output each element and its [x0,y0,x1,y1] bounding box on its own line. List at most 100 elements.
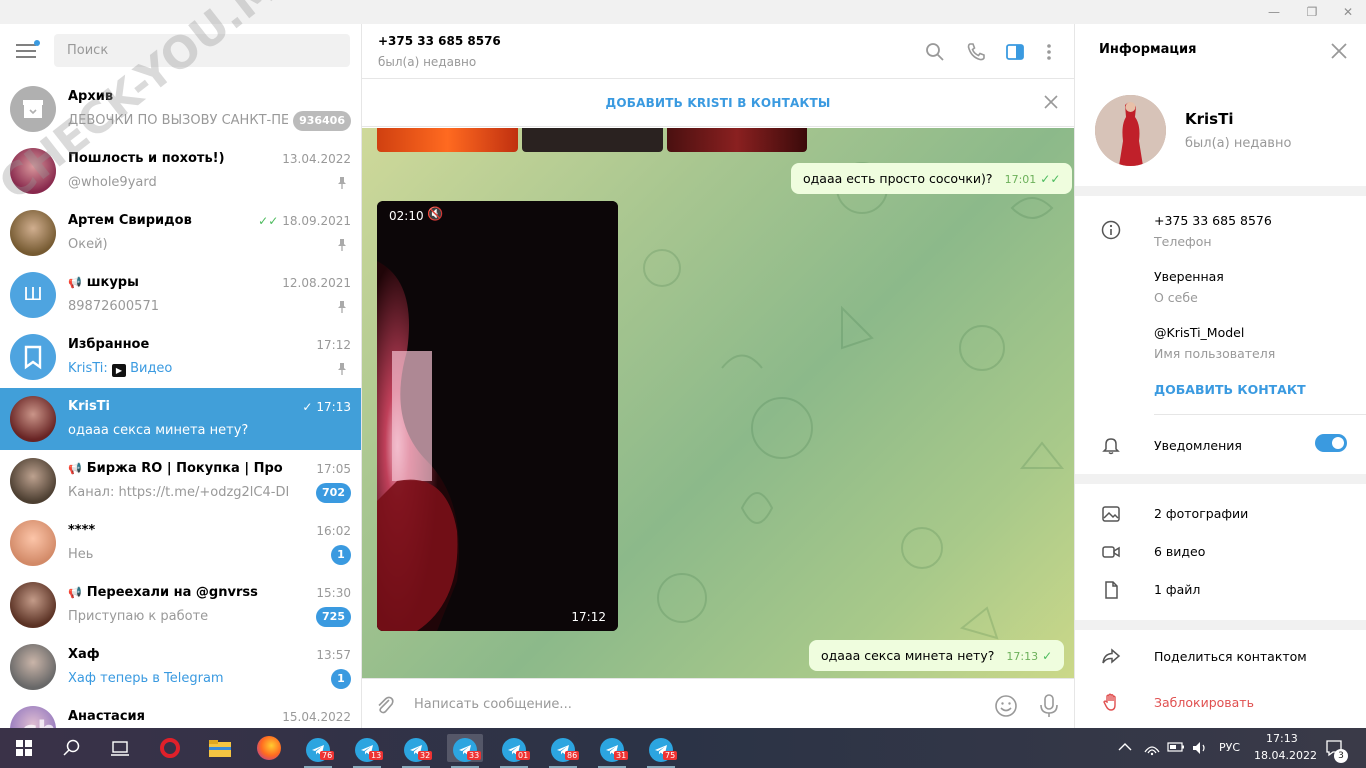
message-text: одааа секса минета нету? [821,648,995,663]
chat-name: Пошлость и похоть!) [68,151,225,166]
chat-list-item[interactable]: Хаф 13:57 Хаф теперь в Telegram 1 [0,636,361,698]
volume-icon[interactable] [1191,740,1209,756]
more-options-icon[interactable] [1038,41,1060,63]
chat-list-item[interactable]: Ш 📢 шкуры 12.08.2021 89872600571 [0,264,361,326]
avatar [10,86,56,132]
chat-list-item[interactable]: Пошлость и похоть!) 13.04.2022 @whole9yard [0,140,361,202]
add-contact-button[interactable]: ДОБАВИТЬ КОНТАКТ [1154,382,1306,397]
telegram-taskbar-icon[interactable]: 01 [496,734,532,768]
file-explorer-icon[interactable] [208,738,232,758]
photo-thumb[interactable] [667,128,807,152]
username-label: Имя пользователя [1154,346,1276,361]
search-icon[interactable] [63,739,81,757]
firefox-icon[interactable] [257,736,281,760]
minimize-button[interactable]: — [1256,0,1292,24]
telegram-count: 01 [516,751,531,760]
maximize-button[interactable]: ❐ [1294,0,1330,24]
mute-icon[interactable]: 🔇 [427,207,443,222]
message-bubble[interactable]: одааа есть просто сосочки)? 17:01 ✓✓ [791,163,1073,194]
clock-date[interactable]: 18.04.2022 [1254,749,1317,762]
files-count[interactable]: 1 файл [1154,582,1200,597]
chat-name: Анастасия [68,709,145,724]
close-window-button[interactable]: ✕ [1330,0,1366,24]
chat-time: 15:30 [316,586,351,600]
windows-start-icon[interactable] [16,740,32,756]
unread-badge: 1 [331,669,351,689]
emoji-icon[interactable] [994,694,1018,718]
telegram-taskbar-icon[interactable]: 31 [594,734,630,768]
language-indicator[interactable]: РУС [1219,741,1240,754]
phone-value[interactable]: +375 33 685 8576 [1154,213,1272,228]
block-button[interactable]: Заблокировать [1154,695,1254,710]
telegram-taskbar-icon[interactable]: 33 [447,734,483,768]
phone-label: Телефон [1154,234,1212,249]
menu-icon[interactable] [16,40,40,58]
add-contact-bar: ДОБАВИТЬ KRISTI В КОНТАКТЫ [362,80,1074,127]
photos-count[interactable]: 2 фотографии [1154,506,1248,521]
message-time: 17:12 [571,610,606,624]
telegram-taskbar-icon[interactable]: 13 [349,734,385,768]
opera-icon[interactable] [160,738,180,758]
bio-value[interactable]: Уверенная [1154,269,1224,284]
chat-preview: KrisTi: ▶ Видео [68,361,173,377]
chat-time: 16:02 [316,524,351,538]
search-icon[interactable] [924,41,946,63]
chat-preview: 89872600571 [68,299,159,314]
peer-status: был(а) недавно [378,55,477,69]
attach-icon[interactable] [374,694,396,716]
avatar [10,458,56,504]
photo-thumb[interactable] [522,128,663,152]
telegram-count: 86 [565,751,580,760]
chat-list-item[interactable]: Анастасия 15.04.2022 [0,698,361,728]
contact-status: был(а) недавно [1185,136,1292,151]
chat-list-item[interactable]: **** 16:02 Нeь 1 [0,512,361,574]
chat-time: ✓✓ 18.09.2021 [258,214,351,228]
telegram-taskbar-icon[interactable]: 76 [300,734,336,768]
message-time: 17:01 [1004,173,1037,186]
clock-time[interactable]: 17:13 [1266,732,1298,745]
close-icon[interactable] [1043,94,1059,110]
chat-preview: Приступаю к работе [68,609,209,624]
telegram-taskbar-icon[interactable]: 32 [398,734,434,768]
chat-list-item[interactable]: 📢 Переехали на @gnvrss 15:30 Приступаю к ра… [0,574,361,636]
sidebar-toggle-icon[interactable] [1004,41,1026,63]
avatar [10,582,56,628]
photo-thumb[interactable] [377,128,518,152]
unread-badge: 702 [316,483,351,503]
chat-list-item[interactable]: Избранное 17:12 KrisTi: ▶ Видео [0,326,361,388]
phone-icon[interactable] [965,41,987,63]
chat-list-item[interactable]: Архив ДЕВОЧКИ ПО ВЫЗОВУ САНКТ-ПЕ... 936406 [0,78,361,140]
chat-list-item[interactable]: KrisTi ✓ 17:13 одааа секса минета нету? [0,388,361,450]
share-contact-button[interactable]: Поделиться контактом [1154,649,1307,664]
peer-name[interactable]: +375 33 685 8576 [378,34,501,48]
task-view-icon[interactable] [110,739,130,757]
chat-list-item[interactable]: Артем Свиридов ✓✓ 18.09.2021 Окей) [0,202,361,264]
telegram-taskbar-icon[interactable]: 75 [643,734,679,768]
avatar[interactable] [1095,95,1166,166]
message-bubble[interactable]: одааа секса минета нету? 17:13 ✓ [809,640,1065,671]
message-text: одааа есть просто сосочки)? [803,171,993,186]
video-message[interactable]: 02:10 🔇 17:12 [377,201,618,631]
telegram-taskbar-icon[interactable]: 86 [545,734,581,768]
notifications-toggle[interactable] [1315,434,1347,452]
windows-taskbar: 76 13 32 33 01 86 31 75 РУС 17:13 18.04.2022 3 [0,728,1366,768]
message-composer [362,678,1074,728]
battery-icon[interactable] [1167,741,1185,753]
videos-count[interactable]: 6 видео [1154,544,1205,559]
divider [1075,474,1366,484]
message-input[interactable] [414,693,934,715]
close-icon[interactable] [1330,42,1348,60]
add-contact-bar-button[interactable]: ДОБАВИТЬ KRISTI В КОНТАКТЫ [362,96,1074,110]
search-input[interactable] [54,34,350,67]
chat-preview: Окей) [68,237,108,252]
avatar-letter: Ш [23,284,43,305]
chevron-up-icon[interactable] [1118,741,1132,753]
divider [1154,414,1366,415]
telegram-count: 32 [418,751,433,760]
bookmark-icon [24,345,42,370]
chat-sidebar: Архив ДЕВОЧКИ ПО ВЫЗОВУ САНКТ-ПЕ... 936406… [0,24,362,728]
chat-list-item[interactable]: 📢Биржа RO | Покупка | Продажа 17:05 Канал:… [0,450,361,512]
wifi-icon[interactable] [1143,740,1161,756]
microphone-icon[interactable] [1038,693,1060,719]
username-value[interactable]: @KrisTi_Model [1154,325,1244,340]
